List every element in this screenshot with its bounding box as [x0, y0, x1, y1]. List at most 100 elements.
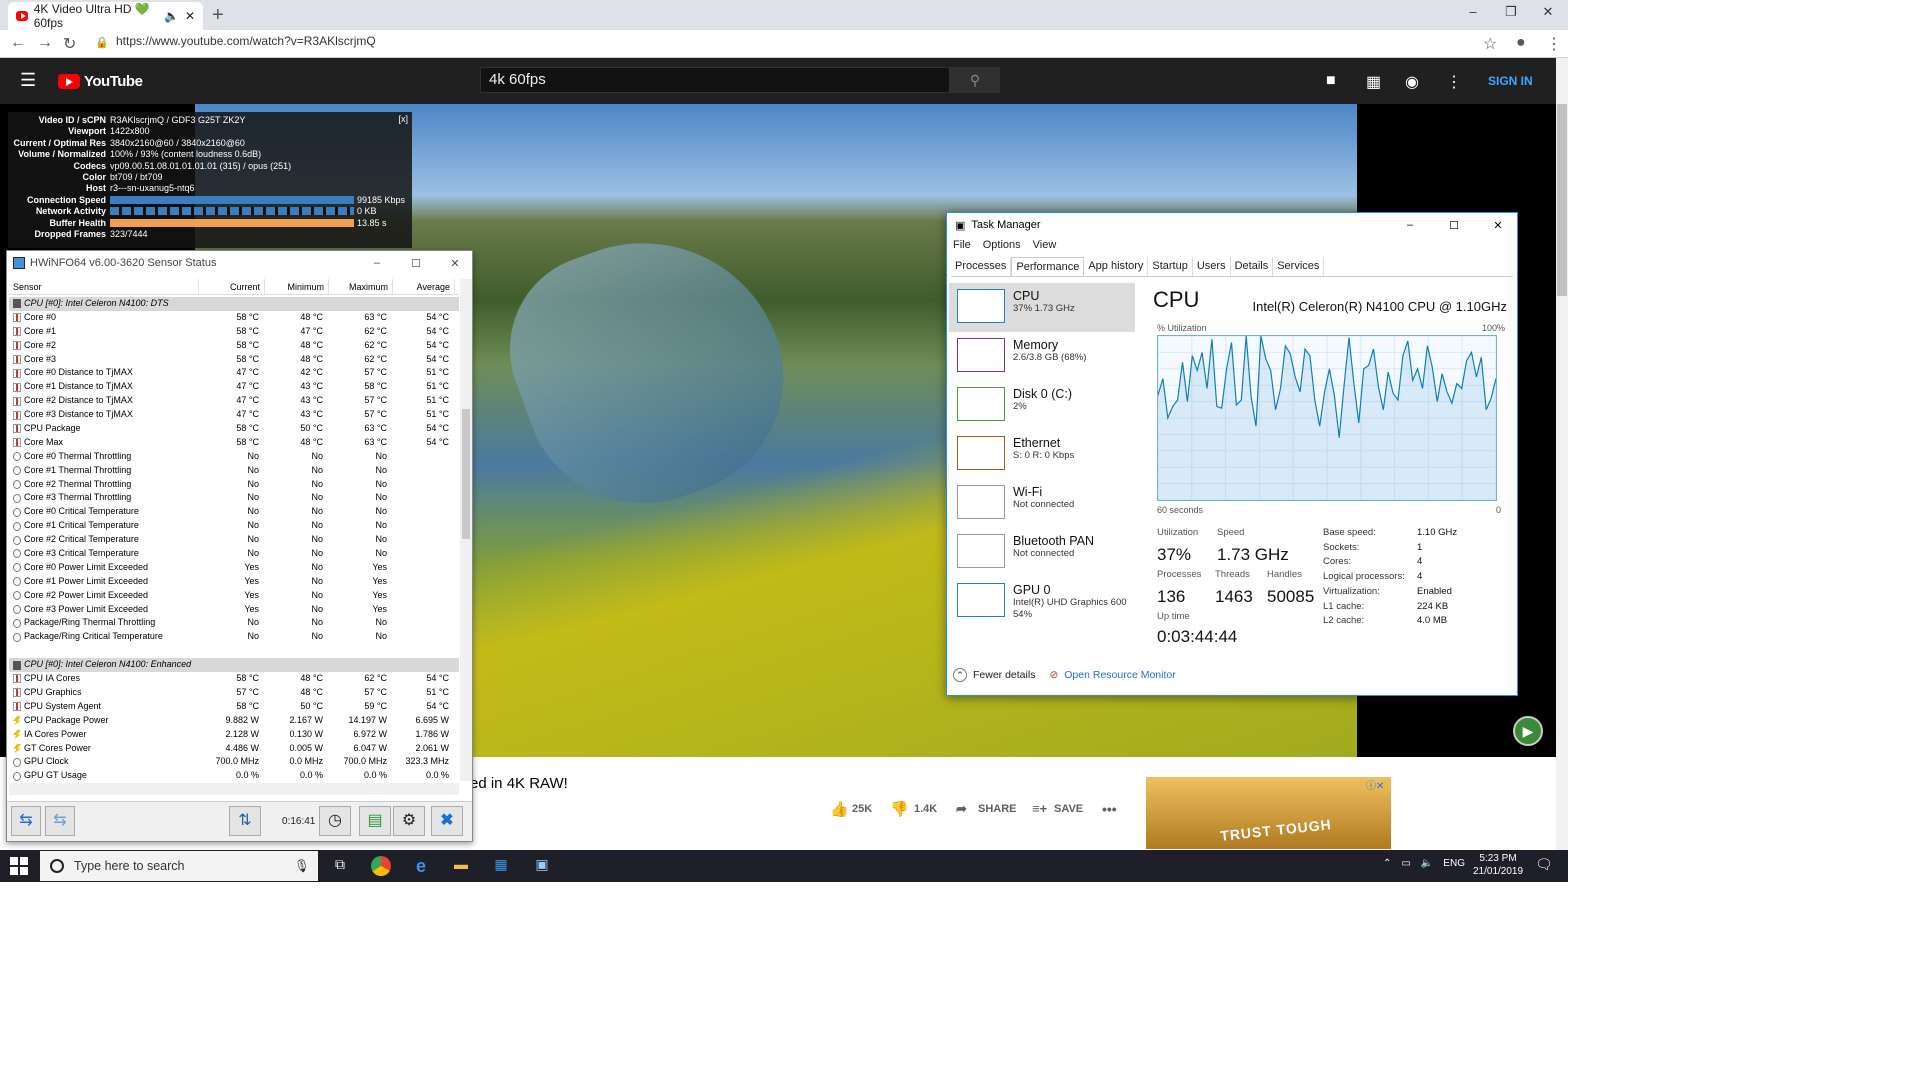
- log-add-icon[interactable]: ▤: [359, 806, 391, 836]
- sensor-row[interactable]: Core #3 Critical Temperature No No No: [9, 547, 459, 561]
- save-icon[interactable]: ≡+: [1032, 801, 1047, 816]
- clock-reset-icon[interactable]: ◷: [319, 806, 351, 836]
- column-header[interactable]: Minimum: [265, 279, 329, 294]
- column-header[interactable]: Average: [393, 279, 455, 294]
- close-icon[interactable]: ✕: [438, 257, 472, 270]
- microphone-icon[interactable]: 🎙: [294, 859, 310, 874]
- sensor-row[interactable]: Core #3 Thermal Throttling No No No: [9, 491, 459, 505]
- notifications-icon[interactable]: 🗨: [1535, 856, 1553, 873]
- tab-startup[interactable]: Startup: [1148, 257, 1193, 276]
- speaker-icon[interactable]: 🔈: [164, 9, 179, 23]
- column-header[interactable]: Current: [199, 279, 265, 294]
- hamburger-menu-icon[interactable]: ☰: [20, 70, 36, 91]
- tab-details[interactable]: Details: [1231, 257, 1274, 276]
- sensor-row[interactable]: Core #2 Distance to TjMAX 47 °C 43 °C 57 °C…: [9, 394, 459, 408]
- chrome-icon[interactable]: [371, 856, 391, 876]
- task-view-icon[interactable]: ⧉: [330, 856, 350, 876]
- browser-tab[interactable]: 4K Video Ultra HD 💚 60fps 🔈 ✕: [8, 2, 203, 30]
- apps-grid-icon[interactable]: ▦: [1366, 72, 1381, 92]
- ad-info-icon[interactable]: ⓘ✕: [1366, 777, 1384, 792]
- sensor-row[interactable]: [9, 644, 459, 658]
- column-header[interactable]: Maximum: [329, 279, 393, 294]
- sensor-row[interactable]: Core Max 58 °C 48 °C 63 °C 54 °C: [9, 436, 459, 450]
- taskbar-search-box[interactable]: Type here to search 🎙: [40, 851, 318, 881]
- next-arrow-icon[interactable]: ▶: [1513, 716, 1543, 746]
- close-x-icon[interactable]: ✖: [431, 806, 463, 836]
- create-video-icon[interactable]: ■: [1326, 72, 1336, 90]
- sensor-row[interactable]: Core #1 Power Limit Exceeded Yes No Yes: [9, 575, 459, 589]
- tab-app-history[interactable]: App history: [1084, 257, 1149, 276]
- sensor-row[interactable]: IA Cores Power 2.128 W 0.130 W 6.972 W 1.786…: [9, 728, 459, 742]
- back-icon[interactable]: ←: [10, 34, 26, 52]
- sensor-row[interactable]: Core #1 Distance to TjMAX 47 °C 43 °C 58 °C…: [9, 380, 459, 394]
- sensor-row[interactable]: Core #1 Thermal Throttling No No No: [9, 464, 459, 478]
- sensor-row[interactable]: Core #1 Critical Temperature No No No: [9, 519, 459, 533]
- tab-services[interactable]: Services: [1273, 257, 1325, 276]
- sensor-group-row[interactable]: CPU [#0]: Intel Celeron N4100: DTS: [9, 297, 459, 311]
- close-icon[interactable]: ✕: [1479, 219, 1517, 232]
- reload-icon[interactable]: ↻: [63, 34, 76, 54]
- url-field[interactable]: https://www.youtube.com/watch?v=R3AKlscr…: [116, 34, 376, 48]
- minimize-icon[interactable]: –: [1463, 4, 1483, 19]
- sensor-row[interactable]: CPU IA Cores 58 °C 48 °C 62 °C 54 °C: [9, 672, 459, 686]
- hwinfo-taskbar-icon[interactable]: ▣: [532, 856, 552, 876]
- sensor-row[interactable]: Core #2 Thermal Throttling No No No: [9, 478, 459, 492]
- minimize-icon[interactable]: –: [1391, 219, 1429, 231]
- column-header[interactable]: Sensor: [9, 279, 199, 294]
- sensor-row[interactable]: GPU GT Usage 0.0 % 0.0 % 0.0 % 0.0 %: [9, 769, 459, 783]
- tab-performance[interactable]: Performance: [1011, 257, 1085, 276]
- save-button[interactable]: SAVE: [1054, 803, 1083, 815]
- settings-kebab-icon[interactable]: ⋮: [1446, 72, 1462, 92]
- sensor-row[interactable]: Core #1 58 °C 47 °C 62 °C 54 °C: [9, 325, 459, 339]
- tab-users[interactable]: Users: [1193, 257, 1231, 276]
- sensor-row[interactable]: Core #0 Power Limit Exceeded Yes No Yes: [9, 561, 459, 575]
- like-count[interactable]: 25K: [852, 803, 872, 815]
- more-actions-icon[interactable]: •••: [1102, 801, 1117, 817]
- minimize-icon[interactable]: –: [360, 257, 394, 269]
- sensor-hscrollbar[interactable]: [9, 783, 459, 795]
- restore-icon[interactable]: ❐: [1501, 4, 1521, 20]
- messages-icon[interactable]: ◉: [1405, 72, 1419, 92]
- perf-item-ethernet[interactable]: Ethernet S: 0 R: 0 Kbps: [949, 430, 1135, 479]
- network-tray-icon[interactable]: ▭: [1401, 858, 1410, 869]
- sensor-row[interactable]: CPU Package Power 9.882 W 2.167 W 14.197 W 6…: [9, 714, 459, 728]
- menu-item-view[interactable]: View: [1033, 239, 1057, 251]
- search-icon[interactable]: ⚲: [950, 67, 1000, 93]
- youtube-logo[interactable]: YouTube: [58, 73, 143, 90]
- sensor-row[interactable]: GT Cores Power 4.486 W 0.005 W 6.047 W 2.061…: [9, 742, 459, 756]
- open-resource-monitor-link[interactable]: Open Resource Monitor: [1064, 669, 1175, 681]
- like-icon[interactable]: 👍: [830, 800, 849, 818]
- perf-item-gpu-0[interactable]: GPU 0 Intel(R) UHD Graphics 600 54%: [949, 577, 1135, 626]
- prev-arrows-icon[interactable]: ⇆: [11, 806, 41, 836]
- sensor-row[interactable]: Core #3 58 °C 48 °C 62 °C 54 °C: [9, 353, 459, 367]
- sensor-row[interactable]: Core #2 Power Limit Exceeded Yes No Yes: [9, 589, 459, 603]
- network-icon[interactable]: ⇅: [229, 806, 261, 836]
- volume-tray-icon[interactable]: 🔈: [1421, 858, 1433, 869]
- fewer-details-link[interactable]: Fewer details: [973, 669, 1035, 681]
- sensor-group-row[interactable]: CPU [#0]: Intel Celeron N4100: Enhanced: [9, 658, 459, 673]
- perf-item-wi-fi[interactable]: Wi-Fi Not connected: [949, 479, 1135, 528]
- bookmark-star-icon[interactable]: ☆: [1483, 34, 1497, 54]
- youtube-search-input[interactable]: 4k 60fps: [480, 67, 950, 93]
- sensor-row[interactable]: Core #0 Thermal Throttling No No No: [9, 450, 459, 464]
- dislike-icon[interactable]: 👎: [890, 800, 909, 818]
- sensor-row[interactable]: Core #0 Distance to TjMAX 47 °C 42 °C 57 °C…: [9, 366, 459, 380]
- menu-item-file[interactable]: File: [953, 239, 971, 251]
- maximize-icon[interactable]: ☐: [1435, 219, 1473, 232]
- close-window-icon[interactable]: ✕: [1538, 4, 1558, 20]
- sensor-row[interactable]: Core #0 Critical Temperature No No No: [9, 505, 459, 519]
- windows-start-icon[interactable]: [10, 857, 28, 875]
- sign-in-button[interactable]: SIGN IN: [1488, 74, 1533, 88]
- file-explorer-icon[interactable]: ▬: [451, 856, 471, 876]
- tab-close-icon[interactable]: ✕: [185, 9, 195, 23]
- settings-gear-icon[interactable]: ⚙: [393, 806, 425, 836]
- sensor-row[interactable]: CPU Graphics 57 °C 48 °C 57 °C 51 °C: [9, 686, 459, 700]
- collapse-chevron-icon[interactable]: ⌃: [953, 668, 967, 682]
- forward-icon[interactable]: →: [37, 34, 53, 52]
- perf-item-disk-0-c[interactable]: Disk 0 (C:) 2%: [949, 381, 1135, 430]
- sensor-row[interactable]: Core #0 58 °C 48 °C 63 °C 54 °C: [9, 311, 459, 325]
- taskbar-clock[interactable]: 5:23 PM 21/01/2019: [1473, 852, 1523, 878]
- perf-item-bluetooth-pan[interactable]: Bluetooth PAN Not connected: [949, 528, 1135, 577]
- edge-icon[interactable]: e: [411, 856, 431, 876]
- sensor-row[interactable]: CPU Package 58 °C 50 °C 63 °C 54 °C: [9, 422, 459, 436]
